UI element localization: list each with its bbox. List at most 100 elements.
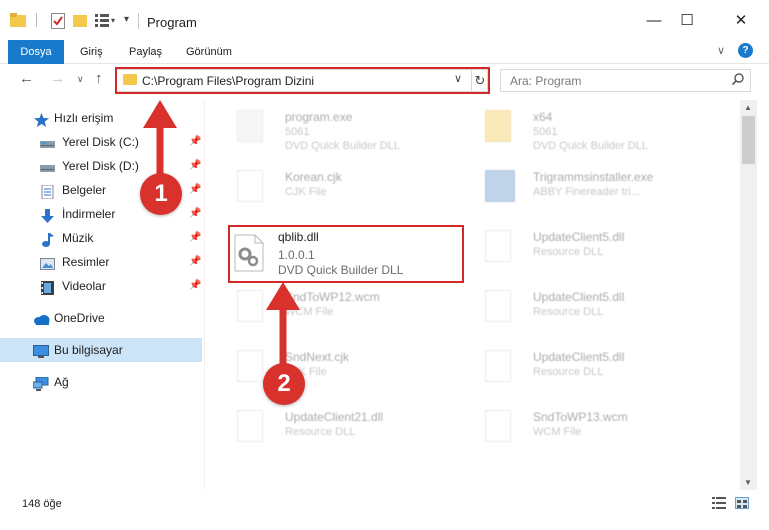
document-icon: [40, 183, 55, 200]
pin-icon[interactable]: 📌: [189, 226, 201, 250]
dll-icon: [485, 290, 511, 322]
sidebar-item-network[interactable]: Ağ: [0, 370, 202, 394]
file-item[interactable]: SndNext.cjk CJK File: [217, 340, 457, 392]
ribbon-tabs: Dosya Giriş Paylaş Görünüm ∨ ?: [0, 40, 769, 64]
file-icon: [237, 290, 263, 322]
file-detail: ABBY Finereader tri...: [533, 186, 640, 198]
file-name: qblib.dll: [278, 230, 319, 244]
tab-dosya[interactable]: Dosya: [8, 40, 64, 64]
divider-icon: [36, 13, 37, 27]
callout-arrow-2: [266, 282, 300, 368]
callout-step-1: 1: [140, 173, 182, 215]
tab-giris[interactable]: Giriş: [80, 40, 103, 64]
up-button[interactable]: ↑: [95, 70, 103, 87]
maximize-button[interactable]: ☐: [664, 0, 710, 40]
search-icon: [731, 73, 744, 88]
file-item[interactable]: Trigrammsinstaller.exe ABBY Finereader t…: [465, 160, 705, 212]
file-icon: [485, 410, 511, 442]
cloud-icon: [33, 311, 50, 325]
vertical-scrollbar[interactable]: ▲ ▼: [740, 100, 757, 490]
pin-icon[interactable]: 📌: [189, 202, 201, 226]
star-icon: [34, 111, 49, 127]
file-name: UpdateClient21.dll: [285, 410, 384, 424]
file-detail: Resource DLL: [285, 426, 356, 438]
network-icon: [32, 375, 49, 391]
pin-icon[interactable]: 📌: [189, 250, 201, 274]
file-item[interactable]: Korean.cjk CJK File: [217, 160, 457, 212]
file-item[interactable]: SndToWP13.wcm WCM File: [465, 400, 705, 452]
file-item[interactable]: UpdateClient5.dll Resource DLL: [465, 280, 705, 332]
exe-icon: [237, 110, 263, 142]
tab-gorunum[interactable]: Görünüm: [186, 40, 232, 64]
file-name: Trigrammsinstaller.exe: [533, 170, 654, 184]
file-name: SndToWP13.wcm: [533, 410, 628, 424]
sidebar-item-label: Yerel Disk (D:): [62, 159, 139, 173]
sidebar-item-label: OneDrive: [54, 311, 105, 325]
file-detail: DVD Quick Builder DLL: [533, 140, 648, 152]
file-name: program.exe: [285, 110, 353, 124]
picture-icon: [40, 255, 55, 270]
pin-icon[interactable]: 📌: [189, 178, 201, 202]
help-icon[interactable]: ?: [738, 43, 753, 58]
item-count: 148 öğe: [22, 498, 62, 510]
file-item[interactable]: UpdateClient5.dll Resource DLL: [465, 340, 705, 392]
file-item[interactable]: UpdateClient21.dll Resource DLL: [217, 400, 457, 452]
dll-icon: [237, 410, 263, 442]
sidebar-item-videos[interactable]: Videolar 📌: [0, 274, 202, 298]
close-button[interactable]: ✕: [718, 0, 764, 40]
tab-paylas[interactable]: Paylaş: [129, 40, 162, 64]
back-button[interactable]: ←: [19, 70, 34, 87]
file-name: Korean.cjk: [285, 170, 342, 184]
scroll-up-icon[interactable]: ▲: [744, 103, 752, 112]
file-item[interactable]: SndToWP12.wcm WCM File: [217, 280, 457, 332]
file-item[interactable]: x64 5061 DVD Quick Builder DLL: [465, 100, 705, 152]
file-name: UpdateClient5.dll: [533, 350, 625, 364]
sidebar-item-label: Yerel Disk (C:): [62, 135, 139, 149]
new-folder-icon[interactable]: [73, 13, 87, 27]
expand-ribbon-icon[interactable]: ∨: [717, 44, 725, 57]
download-icon: [40, 207, 55, 223]
folder-icon: [485, 110, 511, 142]
computer-icon: [33, 343, 49, 358]
scroll-down-icon[interactable]: ▼: [744, 478, 752, 487]
video-icon: [40, 279, 55, 295]
file-name: UpdateClient5.dll: [533, 230, 625, 244]
dll-icon: [485, 350, 511, 382]
file-detail: Resource DLL: [533, 306, 604, 318]
sidebar-item-music[interactable]: Müzik 📌: [0, 226, 202, 250]
properties-icon[interactable]: [51, 13, 65, 29]
folder-icon: [10, 13, 26, 27]
installer-icon: [485, 170, 515, 202]
pin-icon[interactable]: 📌: [189, 154, 201, 178]
scroll-thumb[interactable]: [742, 116, 755, 164]
file-detail: Resource DLL: [533, 366, 604, 378]
sidebar-item-pictures[interactable]: Resimler 📌: [0, 250, 202, 274]
status-bar: 148 öğe: [0, 490, 769, 530]
search-input[interactable]: Ara: Program: [510, 74, 581, 88]
tiles-view-icon[interactable]: [735, 497, 749, 509]
drive-icon: [40, 159, 55, 173]
customize-toolbar-icon[interactable]: ▾: [124, 14, 129, 25]
file-item[interactable]: program.exe 5061 DVD Quick Builder DLL: [217, 100, 457, 152]
file-item[interactable]: UpdateClient5.dll Resource DLL: [465, 220, 705, 272]
file-detail: 5061: [533, 126, 558, 138]
file-detail: 5061: [285, 126, 310, 138]
sidebar-item-this-pc[interactable]: Bu bilgisayar: [0, 338, 202, 362]
window-title: Program: [147, 15, 197, 30]
view-options-icon[interactable]: [95, 13, 109, 27]
recent-locations-icon[interactable]: ∨: [77, 74, 84, 85]
pin-icon[interactable]: 📌: [189, 274, 201, 298]
pin-icon[interactable]: 📌: [189, 130, 201, 154]
highlighted-file-item[interactable]: qblib.dll 1.0.0.1 DVD Quick Builder DLL: [228, 225, 464, 283]
sidebar-item-label: Müzik: [62, 231, 94, 245]
forward-button[interactable]: →: [50, 70, 65, 87]
chevron-down-icon[interactable]: ▾: [111, 16, 115, 25]
search-box[interactable]: Ara: Program: [500, 69, 751, 92]
sidebar-item-label: Ağ: [54, 375, 69, 389]
details-view-icon[interactable]: [712, 497, 726, 509]
file-version: 1.0.0.1: [278, 248, 315, 262]
dll-icon: [485, 230, 511, 262]
sidebar-item-onedrive[interactable]: OneDrive: [0, 306, 202, 330]
file-name: x64: [533, 110, 553, 124]
file-icon: [237, 170, 263, 202]
